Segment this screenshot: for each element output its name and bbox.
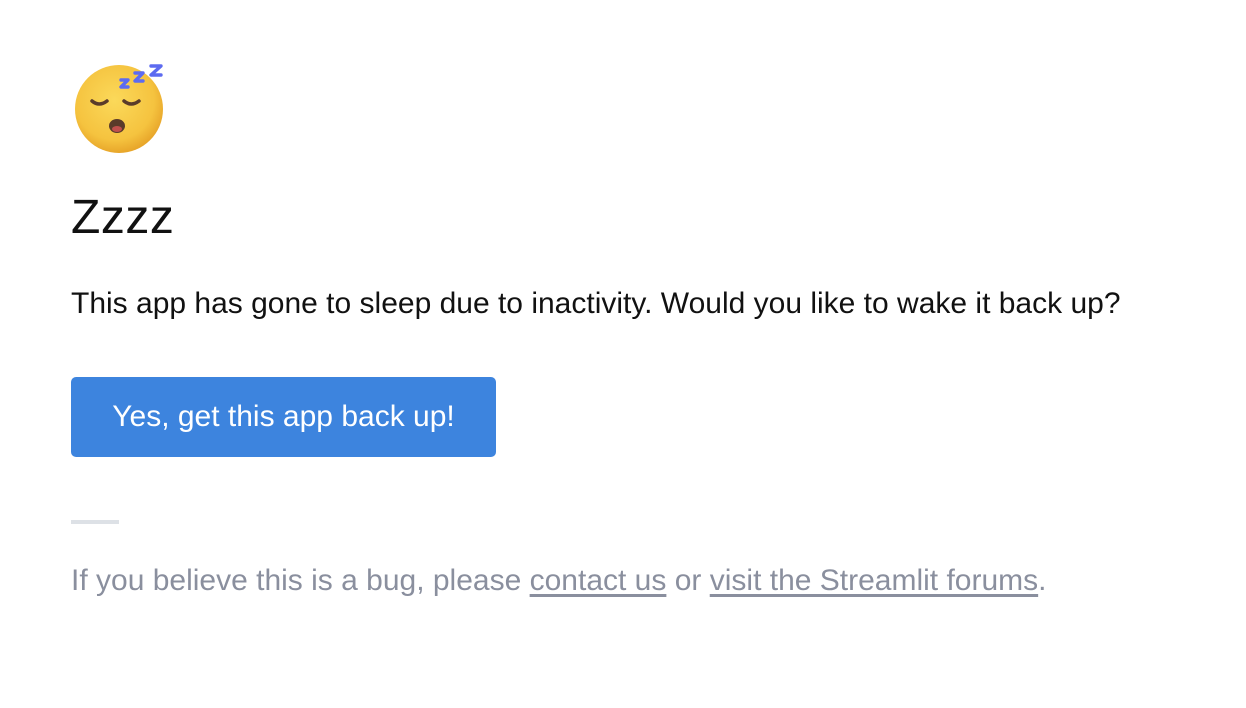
page-title: Zzzz	[71, 191, 175, 244]
footer-prefix: If you believe this is a bug, please	[71, 564, 530, 597]
sleeping-face-icon	[72, 62, 168, 154]
footer-middle: or	[666, 564, 710, 597]
sleeping-face-icon-graphic	[75, 64, 163, 153]
sleep-message: This app has gone to sleep due to inacti…	[71, 287, 1121, 320]
footer-suffix: .	[1038, 564, 1047, 597]
divider	[71, 520, 119, 524]
streamlit-forums-link[interactable]: visit the Streamlit forums	[710, 564, 1038, 597]
wake-app-button[interactable]: Yes, get this app back up!	[71, 377, 496, 457]
sleep-page: Zzzz This app has gone to sleep due to i…	[0, 0, 1246, 708]
contact-us-link[interactable]: contact us	[530, 564, 667, 597]
bug-report-note: If you believe this is a bug, please con…	[71, 562, 1047, 600]
